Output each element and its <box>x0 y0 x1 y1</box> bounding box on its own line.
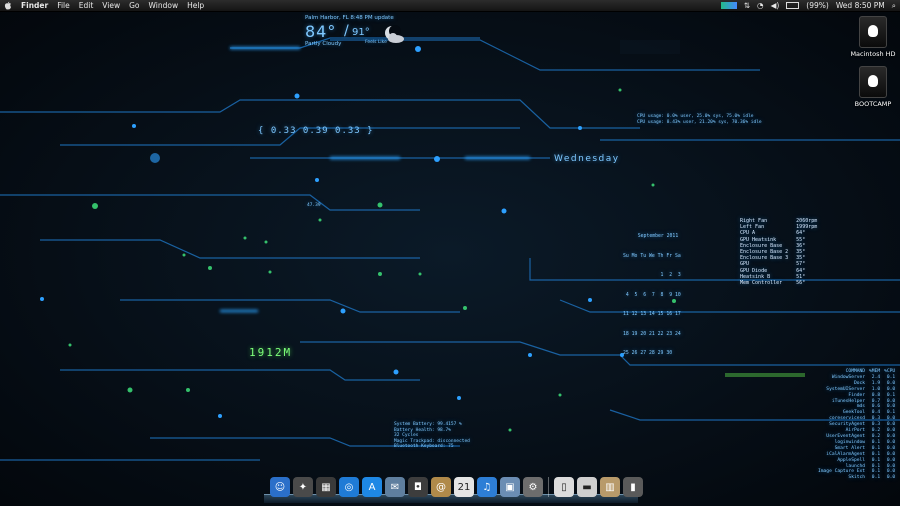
facetime-icon[interactable]: ◘ <box>408 477 428 497</box>
calendar-row: 25 26 27 28 29 30 <box>623 351 673 356</box>
system-preferences-icon[interactable]: ⚙ <box>523 477 543 497</box>
dock-separator <box>548 477 549 497</box>
safari-icon[interactable]: ◎ <box>339 477 359 497</box>
search-icon[interactable]: ⌕ <box>892 0 896 11</box>
finder-icon[interactable]: ☺ <box>270 477 290 497</box>
ical-icon[interactable]: 21 <box>454 477 474 497</box>
menu-window[interactable]: Window <box>149 0 179 11</box>
battery-line: System Battery: 99.4157 % <box>394 422 462 427</box>
launchpad-icon[interactable]: ✦ <box>293 477 313 497</box>
drive-label: BOOTCAMP <box>854 100 892 108</box>
drive-macintosh-hd[interactable]: Macintosh HD <box>843 16 900 58</box>
calendar-row: 4 5 6 7 8 9 10 <box>623 292 681 298</box>
free-memory: 1912M <box>249 346 293 359</box>
hard-drive-icon <box>859 66 887 98</box>
activity-icon[interactable] <box>720 2 737 9</box>
calendar-title: September 2011 <box>637 234 679 239</box>
drive-label: Macintosh HD <box>850 50 896 58</box>
menu-file[interactable]: File <box>57 0 70 11</box>
sensor-table: Right Fan 2060rpm Left Fan 1999rpm CPU A 64° G… <box>740 218 825 286</box>
process-cpu: 0.0 <box>886 475 896 481</box>
process-table: COMMAND %MEM %CPU WindowServer 2.4 0.1 Dock… <box>818 369 895 481</box>
process-name: iCalAlarmAgent <box>826 451 866 457</box>
volume-icon[interactable]: ◀) <box>771 0 780 11</box>
network-icon[interactable]: ⇅ <box>744 0 750 11</box>
sensor-name: Mem Controller <box>740 280 783 287</box>
process-name: SystemUIServer <box>826 386 866 392</box>
calendar-row: 11 12 13 14 15 16 17 <box>623 312 681 317</box>
process-row: Skitch 0.1 0.0 <box>818 475 895 481</box>
calendar-row: Su Mo Tu We Th Fr Sa <box>623 253 681 259</box>
small-readout: 47.39 <box>307 203 321 208</box>
process-name: UserEventAgent <box>826 433 866 439</box>
calendar-row: 18 19 20 21 22 23 24 <box>623 331 681 337</box>
hard-drive-icon <box>859 16 887 48</box>
mission-control-icon[interactable]: ▦ <box>316 477 336 497</box>
menu-app-name[interactable]: Finder <box>21 0 48 11</box>
trash-icon[interactable]: ▮ <box>623 477 643 497</box>
address-book-icon[interactable]: @ <box>431 477 451 497</box>
wifi-icon[interactable]: ◔ <box>757 0 764 11</box>
iphoto-icon[interactable]: ▣ <box>500 477 520 497</box>
menu-help[interactable]: Help <box>187 0 204 11</box>
dock: ☺ ✦ ▦ ◎ A ✉ ◘ @21 ♫ ▣ ⚙ ▯ ▬ ▥ ▮ <box>264 477 643 503</box>
sensor-value: 56° <box>796 280 806 287</box>
printer-icon[interactable]: ▬ <box>577 477 597 497</box>
calendar-row: 1 2 3 <box>623 273 681 278</box>
calendar-widget: September 2011 Su Mo Tu We Th Fr Sa 1 2 … <box>623 221 693 364</box>
process-mem: 0.1 <box>871 475 881 481</box>
cpu-usage-line: CPU usage: 8.43% user, 21.20% sys, 70.36… <box>637 120 762 125</box>
menu-go[interactable]: Go <box>129 0 139 11</box>
app-store-icon[interactable]: A <box>362 477 382 497</box>
drive-bootcamp[interactable]: BOOTCAMP <box>843 66 900 108</box>
battery-line: Bluetooth Keyboard: 75 <box>394 444 454 449</box>
battery-percentage[interactable]: (99%) <box>806 0 829 11</box>
temp-separator: / <box>344 23 349 39</box>
apple-icon[interactable] <box>4 1 12 10</box>
weather-condition: Partly Cloudy <box>305 41 342 47</box>
menu-bar: Finder File Edit View Go Window Help ⇅ ◔… <box>0 0 900 12</box>
load-average: { 0.33 0.39 0.33 } <box>258 126 374 136</box>
menu-clock[interactable]: Wed 8:50 PM <box>836 0 885 11</box>
battery-icon[interactable] <box>786 2 800 9</box>
menu-view[interactable]: View <box>102 0 120 11</box>
partly-cloudy-night-icon <box>385 25 404 43</box>
battery-info: System Battery: 99.4157 % Battery Health… <box>394 422 470 450</box>
weather-location: Palm Harbor, FL 8:48 PM update <box>305 15 394 21</box>
weekday: Wednesday <box>554 154 620 164</box>
sensor-row: Mem Controller 56° <box>740 280 825 286</box>
mail-icon[interactable]: ✉ <box>385 477 405 497</box>
itunes-icon[interactable]: ♫ <box>477 477 497 497</box>
package-icon[interactable]: ▥ <box>600 477 620 497</box>
weather-temperature: 84° <box>305 22 337 41</box>
process-name: Skitch <box>848 475 866 481</box>
cpu-usage-line: CPU usage: 0.0% user, 25.0% sys, 75.0% i… <box>637 114 754 119</box>
menu-edit[interactable]: Edit <box>79 0 94 11</box>
weather-high: 91° <box>352 27 370 38</box>
document-icon[interactable]: ▯ <box>554 477 574 497</box>
